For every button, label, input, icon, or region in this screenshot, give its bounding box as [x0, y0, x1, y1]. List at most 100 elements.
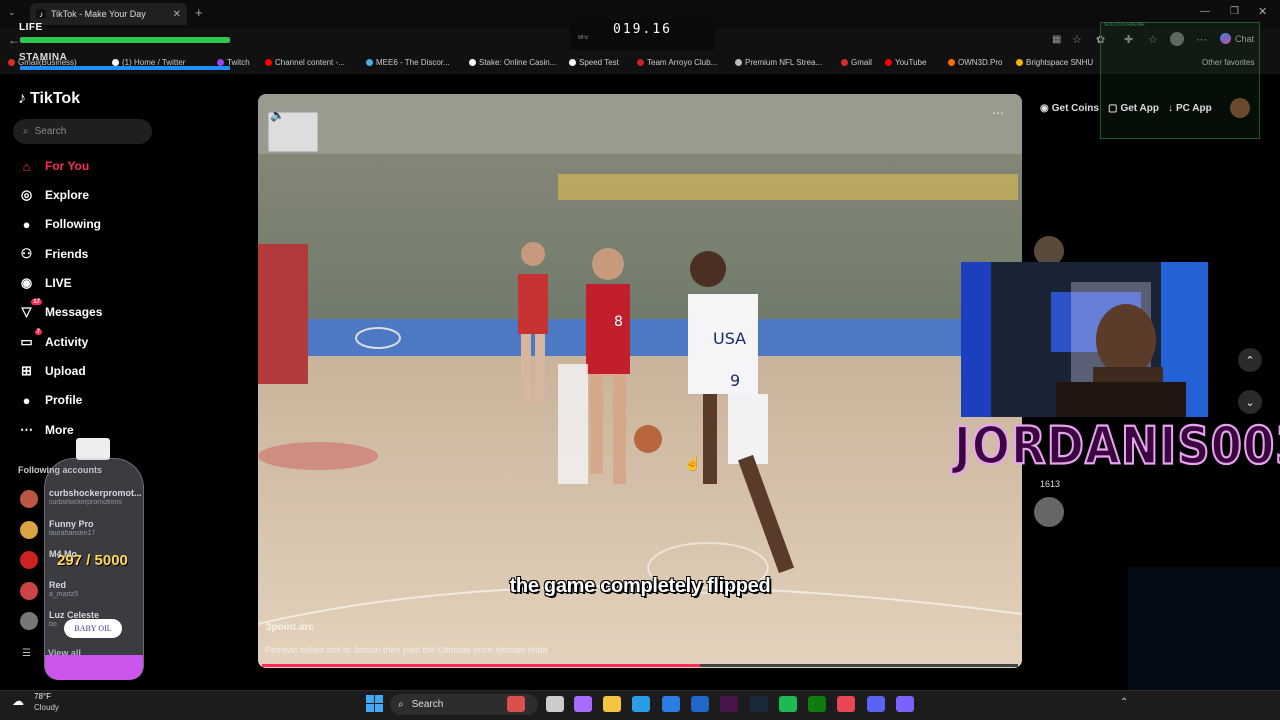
sidebar-search-input[interactable]: ⌕ Search	[13, 119, 152, 144]
hand-cursor-icon: ☝	[684, 455, 702, 471]
sidebar-item-explore[interactable]: ◎ Explore	[18, 183, 218, 207]
discord-icon[interactable]	[867, 696, 885, 712]
profile-avatar-icon: ●	[22, 392, 31, 408]
taskbar-search-icon: ⌕	[398, 699, 404, 710]
streamer-name-overlay: JORDANIS003	[953, 414, 1280, 477]
bookmark-label: YouTube	[895, 58, 927, 67]
bookmark-item[interactable]: Team Arroyo Club...	[637, 58, 717, 67]
bookmark-favicon-icon	[735, 59, 742, 66]
sidebar-item-friends[interactable]: ⚇ Friends	[18, 242, 218, 266]
taskbar-search-label: Search	[411, 699, 444, 710]
account-avatar	[20, 551, 38, 569]
bookmark-label: Twitch	[227, 58, 250, 67]
edge-browser-icon[interactable]	[632, 696, 650, 712]
tray-chevron-icon[interactable]: ⌃	[1120, 697, 1128, 708]
back-icon[interactable]: ←	[8, 33, 20, 47]
webcam-frame	[961, 262, 1208, 417]
sidebar-item-label: More	[45, 423, 74, 437]
tab-list-chevron-icon[interactable]: ⌄	[8, 7, 16, 18]
get-app-button[interactable]: ▢ Get App	[1108, 98, 1159, 118]
tab-close-icon[interactable]: ✕	[173, 9, 181, 20]
store-icon[interactable]	[662, 696, 680, 712]
notification-badge: 17	[31, 298, 42, 305]
bookmark-item[interactable]: Brightspace SNHU	[1016, 58, 1093, 67]
xbox-icon[interactable]	[808, 696, 826, 712]
browser-tab[interactable]: ♪ TikTok - Make Your Day ✕	[30, 3, 187, 25]
list-icon: ☰	[22, 648, 31, 659]
bookmark-item[interactable]: MEE6 - The Discor...	[366, 58, 450, 67]
sidebar-item-for-you[interactable]: ⌂ For You	[18, 154, 218, 178]
user-avatar[interactable]	[1230, 98, 1250, 118]
account-avatar	[20, 490, 38, 508]
video-more-icon[interactable]: ⋯	[992, 106, 1004, 120]
home-icon: ⌂	[22, 158, 31, 174]
bookmark-favicon-icon	[1016, 59, 1023, 66]
bookmark-item[interactable]: OWN3D.Pro	[948, 58, 1002, 67]
sound-disc-avatar[interactable]	[1034, 497, 1064, 527]
next-video-button[interactable]: ⌄	[1238, 390, 1262, 414]
outlook-icon[interactable]	[691, 696, 709, 712]
sidebar-item-label: Profile	[45, 393, 83, 407]
maps-icon[interactable]	[837, 696, 855, 712]
pc-app-label: PC App	[1176, 102, 1212, 114]
widgets-icon[interactable]	[507, 696, 525, 712]
bookmark-item[interactable]: Speed Test	[569, 58, 619, 67]
account-avatar	[20, 521, 38, 539]
windows-start-icon[interactable]	[366, 695, 383, 712]
activity-icon: ▭ 7	[20, 328, 42, 349]
video-caption: Petrovic talked shit to Jordan,then paid…	[265, 645, 548, 655]
bookmark-item[interactable]: Stake: Online Casin...	[469, 58, 556, 67]
favorite-star-icon[interactable]: ☆	[1072, 33, 1082, 46]
sidebar-item-live[interactable]: ◉ LIVE	[18, 271, 218, 295]
new-tab-icon[interactable]: +	[195, 5, 203, 20]
sidebar-item-following[interactable]: ● Following	[18, 212, 218, 236]
download-icon: ↓	[1168, 102, 1173, 114]
volume-icon[interactable]: 🔈	[270, 108, 290, 124]
bookmark-favicon-icon	[112, 59, 119, 66]
split-screen-icon[interactable]: ▦	[1052, 34, 1061, 45]
bookmark-item[interactable]: Channel content -...	[265, 58, 345, 67]
file-explorer-icon[interactable]	[603, 696, 621, 712]
window-close-icon[interactable]: ✕	[1258, 5, 1267, 18]
slack-icon[interactable]	[720, 696, 738, 712]
hud-mhz-label: MHz	[578, 35, 589, 41]
svg-text:9: 9	[730, 371, 740, 390]
restore-icon[interactable]: ❐	[1230, 6, 1239, 17]
copilot-icon[interactable]	[574, 696, 592, 712]
sidebar-item-label: For You	[45, 159, 90, 173]
minimize-icon[interactable]: —	[1200, 6, 1210, 17]
account-avatar	[20, 612, 38, 630]
bookmark-item[interactable]: YouTube	[885, 58, 926, 67]
bookmark-label: Team Arroyo Club...	[647, 58, 718, 67]
sidebar-item-label: Following	[45, 217, 101, 231]
sidebar-item-label: Messages	[45, 305, 103, 319]
hud-stamina-label: STAMINA	[19, 52, 68, 63]
sidebar-item-messages[interactable]: ▽ 17 Messages	[18, 298, 218, 324]
weather-temperature: 78°F	[34, 692, 51, 701]
get-coins-label: Get Coins	[1051, 102, 1099, 114]
bookmark-item[interactable]: Gmail	[841, 58, 872, 67]
sidebar-item-upload[interactable]: ⊞ Upload	[18, 359, 218, 383]
pc-app-button[interactable]: ↓ PC App	[1168, 98, 1212, 118]
bookmark-item[interactable]: Premium NFL Strea...	[735, 58, 822, 67]
previous-video-button[interactable]: ⌃	[1238, 348, 1262, 372]
get-coins-button[interactable]: ◉ Get Coins	[1040, 98, 1099, 118]
steam-icon[interactable]	[750, 696, 768, 712]
app-grid-icon[interactable]	[896, 696, 914, 712]
hud-clock: 019.16	[570, 20, 715, 50]
sidebar-item-more[interactable]: ⋯ More	[18, 418, 218, 442]
bookmark-favicon-icon	[265, 59, 272, 66]
spotify-icon[interactable]	[779, 696, 797, 712]
tiktok-logo[interactable]: ♪ TikTok	[18, 90, 80, 108]
following-avatar-icon: ●	[22, 216, 31, 232]
sidebar-item-profile[interactable]: ● Profile	[18, 388, 218, 412]
bookmark-label: Brightspace SNHU	[1026, 58, 1094, 67]
weather-icon[interactable]: ☁	[12, 694, 24, 708]
bookmark-label: OWN3D.Pro	[958, 58, 1003, 67]
task-view-icon[interactable]	[546, 696, 564, 712]
bookmark-favicon-icon	[8, 59, 15, 66]
bookmark-favicon-icon	[885, 59, 892, 66]
account-avatar	[20, 582, 38, 600]
chevron-down-icon: ⌄	[1245, 396, 1255, 409]
sidebar-item-activity[interactable]: ▭ 7 Activity	[18, 328, 218, 354]
